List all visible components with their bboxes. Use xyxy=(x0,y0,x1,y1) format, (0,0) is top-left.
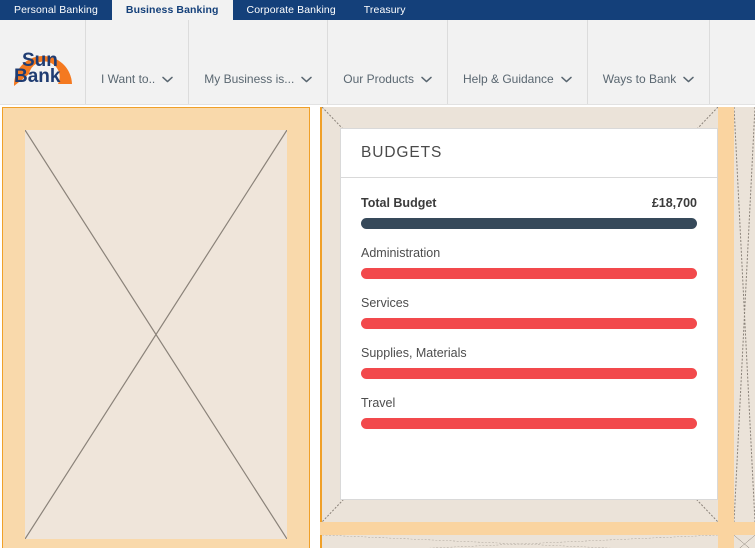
menu-item-label: My Business is... xyxy=(204,72,295,86)
placeholder-cross-icon xyxy=(734,107,755,522)
budget-category-labels: Supplies, Materials xyxy=(361,346,697,360)
budgets-card-body: Total Budget £18,700 Administration Serv… xyxy=(341,178,717,429)
topnav-tab-label: Corporate Banking xyxy=(246,4,336,16)
chevron-down-icon xyxy=(683,76,695,83)
budget-row-supplies-materials: Supplies, Materials xyxy=(361,346,697,379)
budget-category-bar-fill xyxy=(361,418,697,429)
menu-item-label: Help & Guidance xyxy=(462,72,554,86)
placeholder-cross-icon xyxy=(734,535,755,548)
topnav-tab-label: Personal Banking xyxy=(14,4,98,16)
topnav-tab-business-banking[interactable]: Business Banking xyxy=(111,0,233,20)
budget-category-bar-track xyxy=(361,368,697,379)
budget-row-total: Total Budget £18,700 xyxy=(361,196,697,229)
budget-category-labels: Administration xyxy=(361,246,697,260)
budget-category-label: Travel xyxy=(361,396,396,410)
budget-row-administration: Administration xyxy=(361,246,697,279)
topnav-tab-label: Business Banking xyxy=(125,4,219,16)
budget-category-bar-track xyxy=(361,418,697,429)
wireframe-cell-right xyxy=(734,107,755,522)
menu-item-i-want-to[interactable]: I Want to.. xyxy=(86,20,190,104)
budget-category-label: Supplies, Materials xyxy=(361,346,467,360)
budget-category-bar-fill xyxy=(361,318,697,329)
topnav-tab-personal-banking[interactable]: Personal Banking xyxy=(0,0,112,20)
main-menu-bar: Sun Bank I Want to.. My Business is... O… xyxy=(0,20,755,105)
page-root: Personal Banking Business Banking Corpor… xyxy=(0,0,755,548)
chevron-down-icon xyxy=(162,76,173,83)
topnav-tab-corporate-banking[interactable]: Corporate Banking xyxy=(233,0,350,20)
menu-item-label: I Want to.. xyxy=(101,72,156,86)
budget-total-bar-fill xyxy=(361,218,697,229)
chevron-down-icon xyxy=(421,76,432,83)
budget-row-services: Services xyxy=(361,296,697,329)
budget-total-labels: Total Budget £18,700 xyxy=(361,196,697,210)
menu-item-my-business-is[interactable]: My Business is... xyxy=(189,20,329,104)
budget-category-labels: Travel xyxy=(361,396,697,410)
menu-item-ways-to-bank[interactable]: Ways to Bank xyxy=(588,20,711,104)
topnav-tab-treasury[interactable]: Treasury xyxy=(350,0,420,20)
budget-category-bar-fill xyxy=(361,268,697,279)
chevron-down-icon xyxy=(560,76,572,83)
left-image-placeholder-panel xyxy=(2,107,310,548)
wireframe-cell-bottom xyxy=(320,535,718,548)
budget-category-label: Administration xyxy=(361,246,441,260)
budget-category-bar-fill xyxy=(361,368,697,379)
wireframe-cell-bottom-right xyxy=(734,535,755,548)
budget-category-bar-track xyxy=(361,268,697,279)
menu-item-our-products[interactable]: Our Products xyxy=(328,20,448,104)
budget-category-bar-track xyxy=(361,318,697,329)
wireframe-gutter-vertical-bottom xyxy=(718,535,734,548)
menu-item-label: Our Products xyxy=(343,72,414,86)
budget-total-amount: £18,700 xyxy=(651,196,697,210)
menu-item-label: Ways to Bank xyxy=(602,72,677,86)
budget-category-labels: Services xyxy=(361,296,697,310)
wireframe-gutter-vertical xyxy=(718,107,734,522)
main-menu-filler xyxy=(710,20,755,104)
budget-total-bar-track xyxy=(361,218,697,229)
budgets-card-title: BUDGETS xyxy=(361,144,443,161)
budgets-card-header: BUDGETS xyxy=(341,129,717,178)
top-navigation-bar: Personal Banking Business Banking Corpor… xyxy=(0,0,755,20)
budget-category-label: Services xyxy=(361,296,409,310)
budget-row-travel: Travel xyxy=(361,396,697,429)
topnav-tab-label: Treasury xyxy=(363,4,406,16)
svg-text:Bank: Bank xyxy=(14,66,61,87)
image-placeholder-box xyxy=(25,130,287,539)
placeholder-cross-icon xyxy=(25,130,287,539)
menu-item-help-and-guidance[interactable]: Help & Guidance xyxy=(448,20,588,104)
chevron-down-icon xyxy=(301,76,313,83)
brand-logo[interactable]: Sun Bank xyxy=(0,20,86,104)
placeholder-cross-icon xyxy=(322,535,718,548)
sun-bank-logo-icon: Sun Bank xyxy=(6,30,80,94)
budget-total-label: Total Budget xyxy=(361,196,437,210)
wireframe-gutter-horizontal xyxy=(320,522,755,535)
budgets-card: BUDGETS Total Budget £18,700 Administrat… xyxy=(340,128,718,500)
